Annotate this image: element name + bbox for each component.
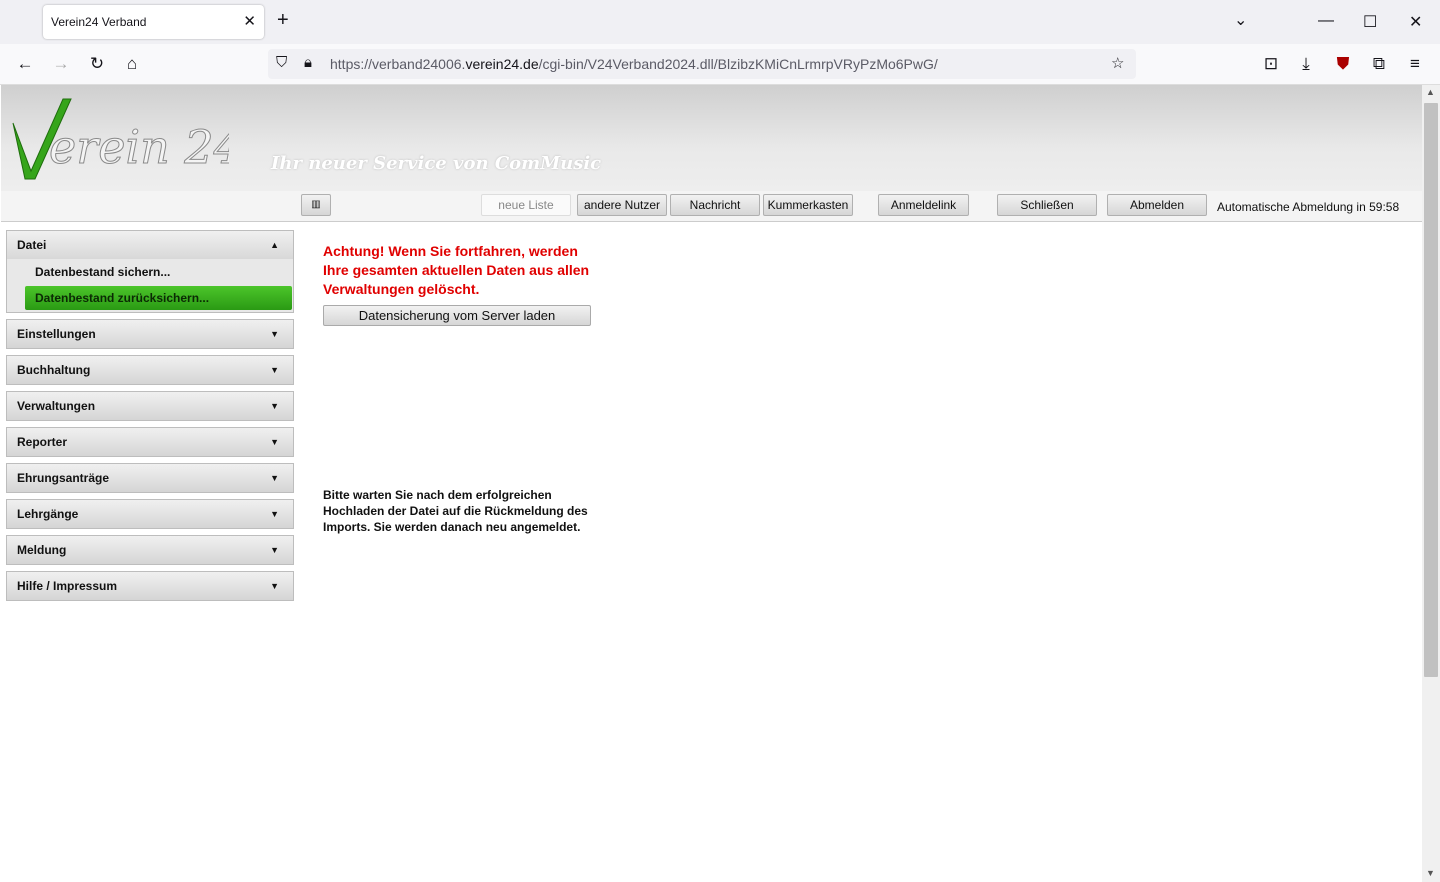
info-note: Bitte warten Sie nach dem erfolgreichen … (323, 488, 588, 534)
menu-header-label: Verwaltungen (17, 399, 96, 413)
page-scrollbar[interactable]: ▲ ▼ (1422, 85, 1440, 882)
menu-header-reporter[interactable]: Reporter ▼ (6, 427, 294, 457)
auto-logout-timer: Automatische Abmeldung in 59:58 (1217, 200, 1400, 214)
menu-header-label: Lehrgänge (17, 507, 79, 521)
menu-header-label: Ehrungsanträge (17, 471, 110, 485)
window-close-icon[interactable]: ✕ (1409, 12, 1422, 32)
chevron-down-icon: ▼ (270, 509, 279, 519)
chevron-down-icon: ▼ (270, 473, 279, 483)
menu-header-lehrgaenge[interactable]: Lehrgänge ▼ (6, 499, 294, 529)
verein24-logo: erein 24 (12, 98, 229, 180)
menu-header-meldung[interactable]: Meldung ▼ (6, 535, 294, 565)
menu-item-restore[interactable]: Datenbestand zurücksichern... (25, 286, 292, 310)
url-text[interactable]: https://verband24006.verein24.de/cgi-bin… (330, 56, 938, 72)
menu-header-label: Datei (17, 238, 47, 252)
menu-header-label: Meldung (17, 543, 67, 557)
home-icon[interactable]: ⌂ (121, 53, 143, 75)
back-icon[interactable]: ← (14, 53, 36, 75)
pocket-icon[interactable]: ⊡ (1260, 53, 1282, 75)
menu-header-buchhaltung[interactable]: Buchhaltung ▼ (6, 355, 294, 385)
web-page: erein 24 Ihr neuer Service von ComMusic … (1, 85, 1422, 882)
sidebar-menu: Datei ▲ Datenbestand sichern... Datenbes… (6, 230, 294, 607)
shield-icon[interactable]: ⛉ (276, 54, 287, 71)
close-button[interactable]: Schließen (997, 194, 1097, 216)
tab-close-icon[interactable]: ✕ (243, 12, 256, 30)
menu-icon[interactable]: ≡ (1404, 53, 1426, 75)
list-view-button[interactable]: ▥ (301, 194, 331, 216)
chevron-down-icon: ▼ (270, 545, 279, 555)
menu-header-ehrungsantraege[interactable]: Ehrungsanträge ▼ (6, 463, 294, 493)
scroll-down-icon[interactable]: ▼ (1426, 868, 1435, 878)
download-icon[interactable]: ⤓ (1295, 53, 1317, 75)
chevron-down-icon: ▼ (270, 581, 279, 591)
message-button[interactable]: Nachricht (670, 194, 760, 216)
ublock-icon[interactable]: ⛊ (1332, 53, 1354, 75)
scroll-up-icon[interactable]: ▲ (1426, 87, 1435, 97)
bookmark-star-icon[interactable]: ☆ (1111, 54, 1124, 72)
menu-section-datei: Datei ▲ Datenbestand sichern... Datenbes… (6, 230, 294, 313)
login-link-button[interactable]: Anmeldelink (878, 194, 969, 216)
menu-item-backup[interactable]: Datenbestand sichern... (7, 260, 293, 284)
menu-header-datei[interactable]: Datei ▲ (7, 231, 293, 259)
forward-icon[interactable]: → (50, 53, 72, 75)
reload-icon[interactable]: ↻ (86, 53, 108, 75)
menu-header-hilfe[interactable]: Hilfe / Impressum ▼ (6, 571, 294, 601)
browser-nav-bar: ← → ↻ ⌂ ⛉ 🔒︎ https://verband24006.verein… (0, 44, 1440, 85)
maximize-icon[interactable]: ☐ (1363, 12, 1377, 32)
browser-tab[interactable]: Verein24 Verband ✕ (43, 5, 264, 39)
chevron-down-icon: ▼ (270, 365, 279, 375)
banner-tagline: Ihr neuer Service von ComMusic (271, 153, 602, 174)
other-users-button[interactable]: andere Nutzer (577, 194, 667, 216)
browser-tab-bar: Verein24 Verband ✕ + ⌄ — ☐ ✕ (0, 0, 1440, 44)
menu-header-verwaltungen[interactable]: Verwaltungen ▼ (6, 391, 294, 421)
url-bar[interactable]: ⛉ 🔒︎ https://verband24006.verein24.de/cg… (268, 49, 1136, 79)
new-tab-icon[interactable]: + (277, 9, 289, 32)
chevron-down-icon: ▼ (270, 329, 279, 339)
complaints-button[interactable]: Kummerkasten (763, 194, 853, 216)
new-list-button[interactable]: neue Liste (481, 194, 571, 216)
svg-text:erein 24: erein 24 (49, 120, 229, 174)
menu-header-label: Einstellungen (17, 327, 96, 341)
chevron-down-icon: ▼ (270, 437, 279, 447)
chevron-down-icon: ▼ (270, 401, 279, 411)
toolbar: ▥ neue Liste andere Nutzer Nachricht Kum… (1, 191, 1422, 222)
logout-button[interactable]: Abmelden (1107, 194, 1207, 216)
lock-icon[interactable]: 🔒︎ (304, 54, 312, 71)
tab-title: Verein24 Verband (51, 15, 147, 29)
minimize-icon[interactable]: — (1318, 12, 1334, 30)
menu-header-label: Buchhaltung (17, 363, 91, 377)
scrollbar-thumb[interactable] (1424, 103, 1438, 677)
extensions-icon[interactable]: ⧉ (1368, 53, 1390, 75)
tab-list-chevron-icon[interactable]: ⌄ (1234, 10, 1247, 30)
menu-header-einstellungen[interactable]: Einstellungen ▼ (6, 319, 294, 349)
warning-message: Achtung! Wenn Sie fortfahren, werden Ihr… (323, 243, 590, 297)
menu-header-label: Reporter (17, 435, 68, 449)
menu-header-label: Hilfe / Impressum (17, 579, 118, 593)
load-backup-button[interactable]: Datensicherung vom Server laden (323, 305, 591, 326)
chevron-up-icon: ▲ (270, 240, 279, 250)
header-banner: erein 24 Ihr neuer Service von ComMusic (1, 85, 1422, 191)
